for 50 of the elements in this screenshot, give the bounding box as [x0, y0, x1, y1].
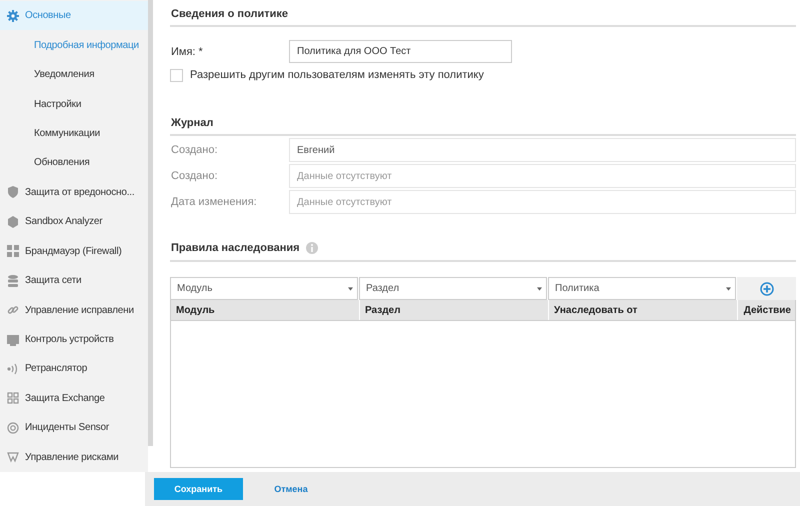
readonly-field[interactable]: Евгений: [289, 138, 796, 162]
dropdown[interactable]: Раздел: [359, 277, 547, 300]
field-label: Создано:: [170, 144, 219, 156]
sidebar-subitem[interactable]: Обновления: [0, 148, 148, 178]
add-icon[interactable]: [760, 282, 774, 296]
database-icon: [7, 274, 19, 287]
signal-icon: [7, 362, 19, 375]
column-header: Унаследовать от: [549, 300, 738, 320]
link-icon: [7, 304, 19, 316]
dropdown[interactable]: Модуль: [170, 277, 358, 300]
field-label: Имя: *: [170, 46, 204, 58]
section-title: Сведения о политике: [170, 0, 796, 27]
gear-icon: [7, 10, 19, 22]
readonly-field[interactable]: Данные отсутствуют: [289, 164, 796, 188]
sidebar-item[interactable]: Инциденты Sensor: [0, 413, 148, 443]
sidebar-subitem[interactable]: Коммуникации: [0, 118, 148, 148]
sidebar-item[interactable]: Защита от вредоносно...: [0, 178, 148, 208]
sidebar-item[interactable]: Контроль устройств: [0, 324, 148, 354]
monitor-icon: [7, 334, 19, 346]
grid-icon: [7, 245, 19, 258]
caret-icon: [348, 286, 353, 290]
sidebar-item[interactable]: Управление исправлени: [0, 295, 148, 325]
sidebar-subitem[interactable]: Уведомления: [0, 60, 148, 90]
section-title: Журнал: [170, 109, 796, 136]
target-icon: [7, 422, 19, 434]
column-header: Раздел: [360, 300, 549, 320]
cube-icon: [7, 216, 19, 228]
dropdown[interactable]: Политика: [548, 277, 736, 300]
cancel-button[interactable]: Отмена: [251, 478, 331, 500]
caret-icon: [726, 286, 731, 290]
column-header: Модуль: [171, 300, 360, 320]
squares-icon: [7, 392, 19, 404]
sidebar-item[interactable]: Защита Exchange: [0, 384, 148, 414]
name-field[interactable]: Политика для ООО Тест: [289, 40, 512, 63]
sidebar-item[interactable]: Брандмауэр (Firewall): [0, 236, 148, 266]
section-title: Правила наследования: [171, 242, 300, 254]
sidebar-item[interactable]: Управление рисками: [0, 442, 148, 472]
field-label: Дата изменения:: [170, 196, 258, 208]
checkbox-label: Разрешить другим пользователям изменять эту политику: [190, 69, 484, 81]
readonly-field[interactable]: Данные отсутствуют: [289, 190, 796, 214]
sidebar-item[interactable]: Ретранслятор: [0, 354, 148, 384]
checkbox[interactable]: [170, 68, 183, 82]
sidebar-subitem[interactable]: Настройки: [0, 89, 148, 119]
sidebar-item[interactable]: Защита сети: [0, 266, 148, 296]
caret-icon: [537, 286, 542, 290]
column-header: Действие: [742, 304, 792, 318]
info-icon[interactable]: [306, 242, 318, 254]
shield-icon: [7, 186, 19, 198]
sidebar-item[interactable]: Sandbox Analyzer: [0, 207, 148, 236]
field-label: Создано:: [170, 170, 219, 182]
